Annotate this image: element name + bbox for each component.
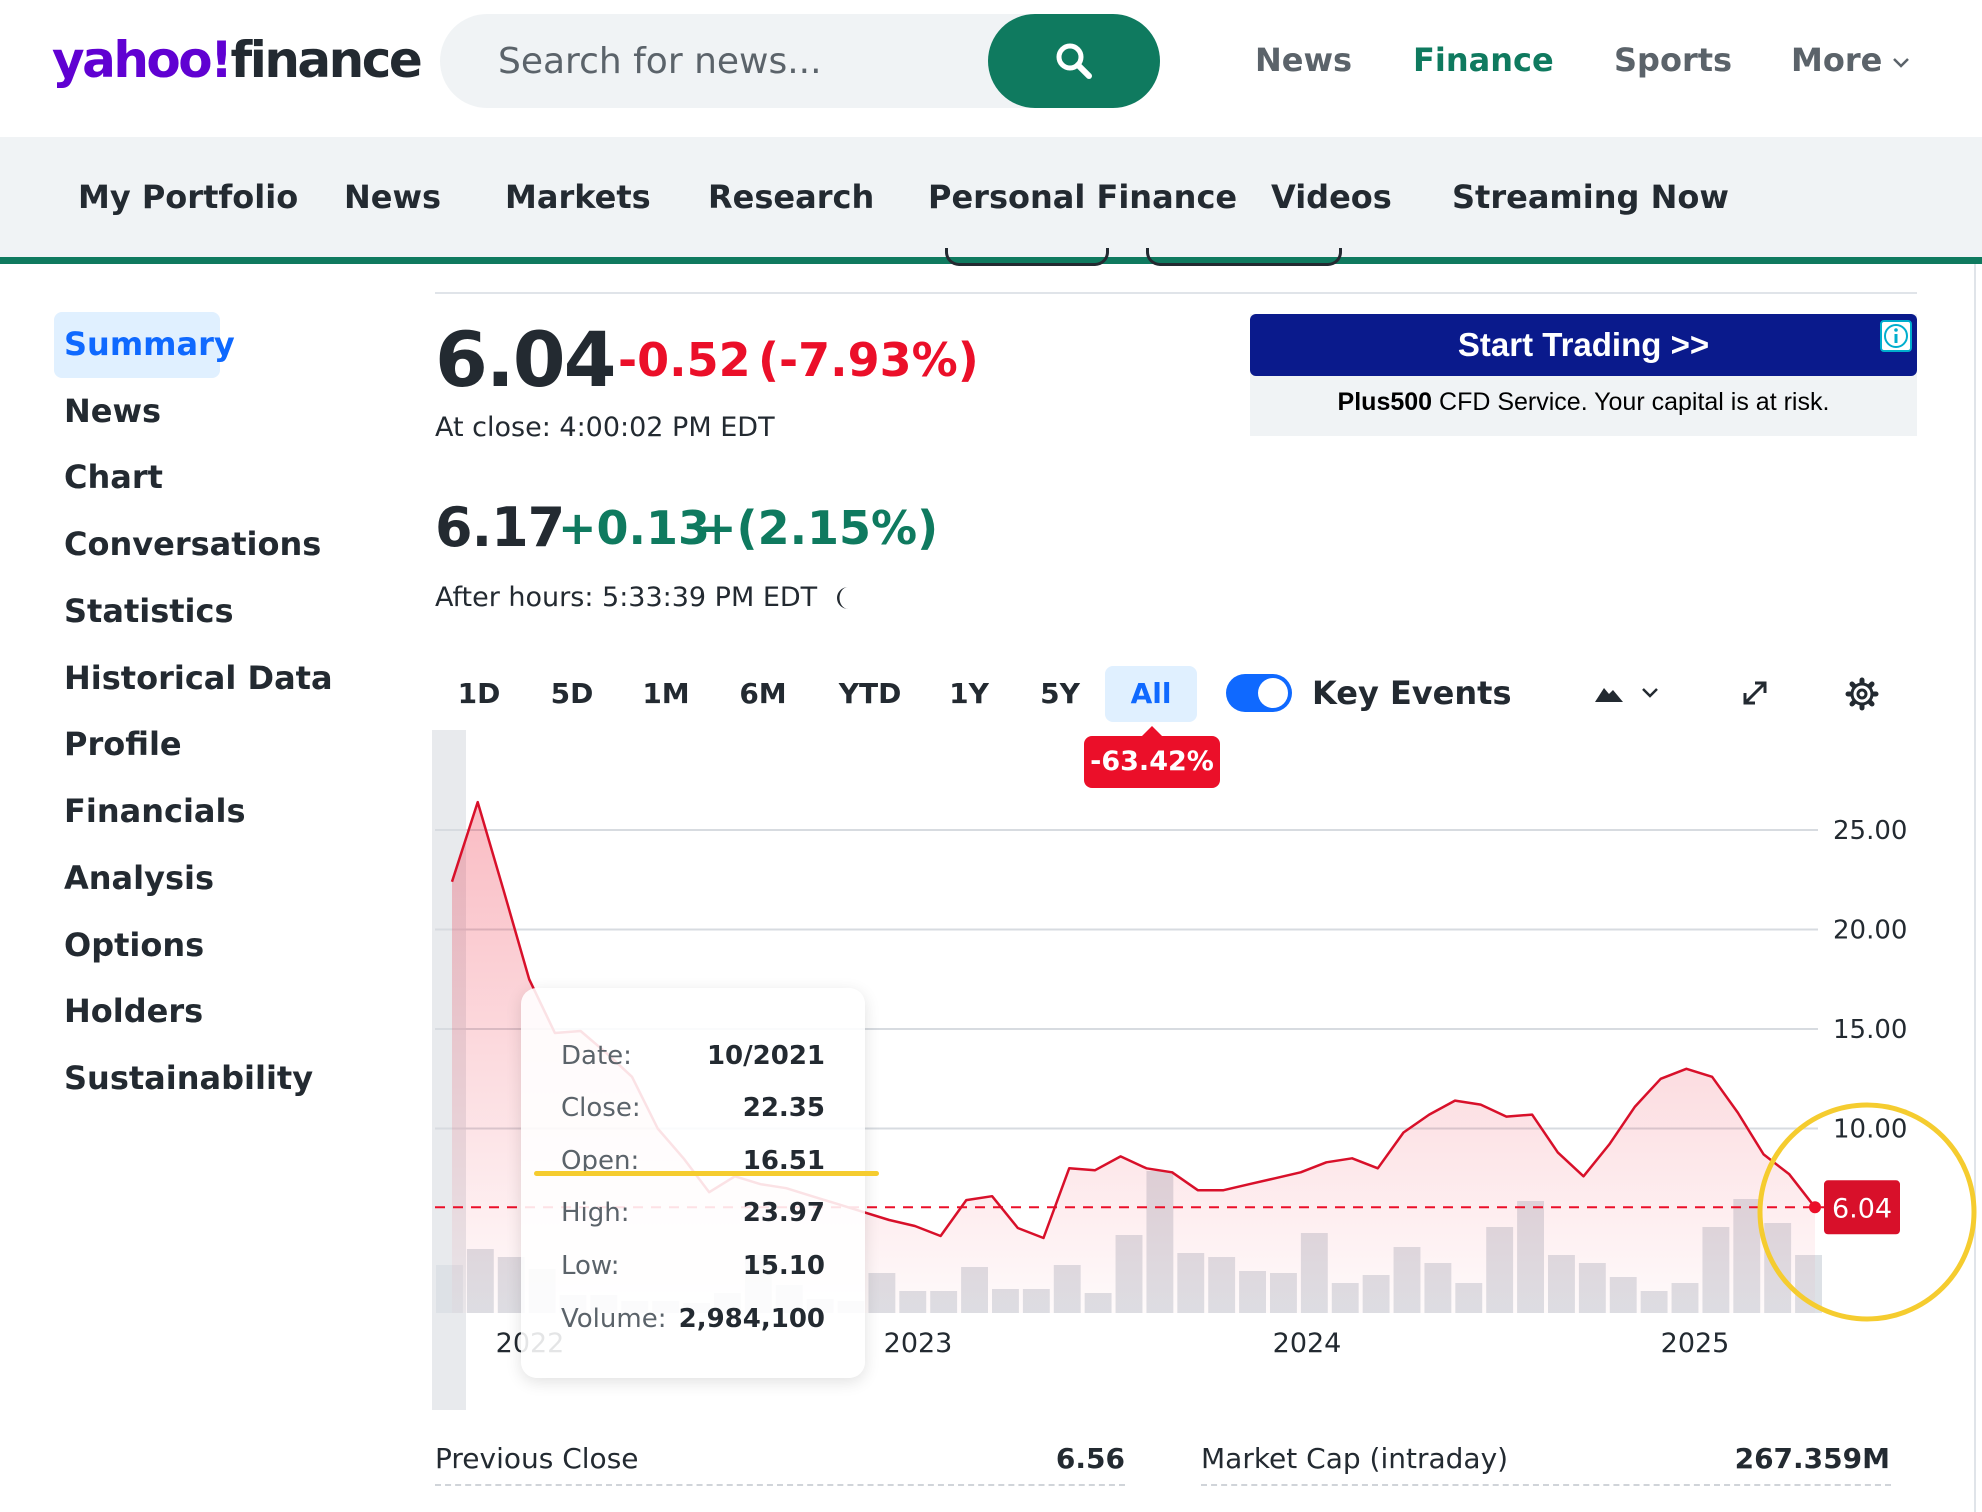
tooltip-key: High:	[561, 1198, 630, 1228]
market-cap-value: 267.359M	[1734, 1442, 1890, 1475]
x-tick-label: 2023	[884, 1328, 953, 1359]
tooltip-value: 2,984,100	[678, 1304, 825, 1334]
tooltip-row-volume: Volume: 2,984,100	[561, 1301, 825, 1337]
tooltip-value: 15.10	[742, 1251, 825, 1281]
tooltip-value: 10/2021	[706, 1041, 825, 1071]
market-cap-label: Market Cap (intraday)	[1201, 1442, 1509, 1475]
divider	[1201, 1484, 1891, 1486]
tooltip-key: Date:	[561, 1041, 632, 1071]
previous-close-value: 6.56	[1055, 1442, 1125, 1475]
x-tick-label: 2025	[1661, 1328, 1730, 1359]
tooltip-value: 23.97	[742, 1198, 825, 1228]
tooltip-row-date: Date: 10/2021	[561, 1038, 825, 1074]
y-tick-label: 20.00	[1833, 916, 1907, 946]
y-tick-label: 10.00	[1833, 1115, 1907, 1145]
highlight-underline-annotation	[534, 1171, 879, 1176]
tooltip-key: Low:	[561, 1251, 620, 1281]
previous-close-label: Previous Close	[435, 1442, 639, 1475]
y-tick-label: 15.00	[1833, 1015, 1907, 1045]
y-tick-label: 25.00	[1833, 816, 1907, 846]
tooltip-key: Close:	[561, 1093, 641, 1123]
tooltip-row-low: Low: 15.10	[561, 1248, 825, 1284]
price-chart[interactable]: 25.0020.0015.0010.00 2022202320242025 6.…	[0, 0, 1982, 1512]
tooltip-row-high: High: 23.97	[561, 1195, 825, 1231]
last-price-label: 6.04	[1832, 1193, 1892, 1224]
tooltip-row-close: Close: 22.35	[561, 1090, 825, 1126]
x-tick-label: 2024	[1273, 1328, 1342, 1359]
last-price-dot	[1809, 1201, 1821, 1214]
tooltip-key: Volume:	[561, 1304, 667, 1334]
divider	[435, 1484, 1125, 1486]
tooltip-value: 22.35	[742, 1093, 825, 1123]
chart-tooltip: Date: 10/2021 Close: 22.35 Open: 16.51 High…	[521, 988, 865, 1378]
